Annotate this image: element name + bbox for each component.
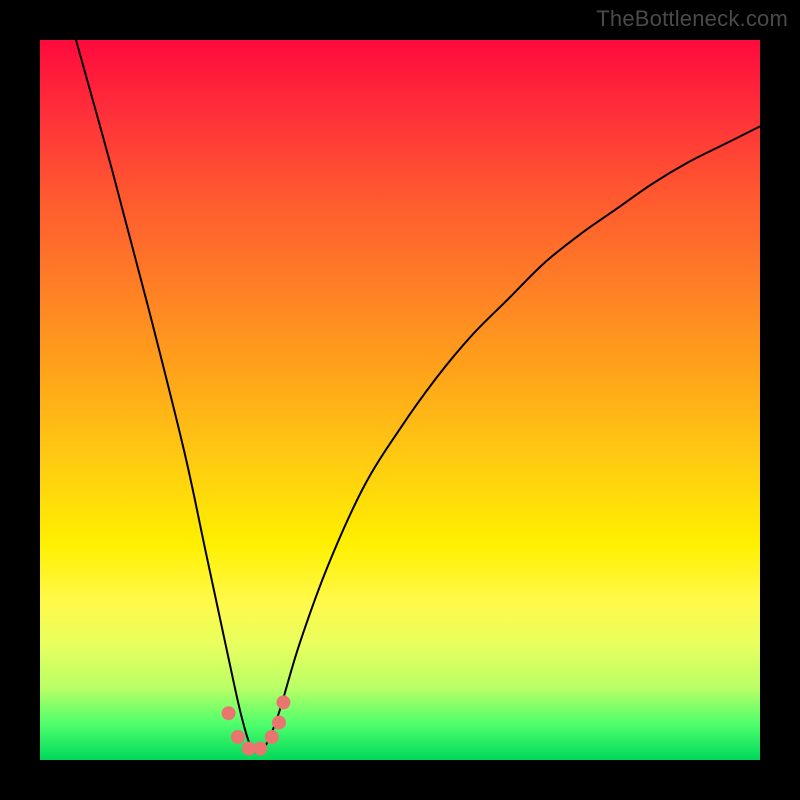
curve-marker (231, 730, 245, 744)
curve-marker (265, 730, 279, 744)
marker-group (222, 695, 291, 755)
curve-svg (40, 40, 760, 760)
watermark-text: TheBottleneck.com (596, 6, 788, 32)
curve-marker (276, 695, 290, 709)
curve-marker (272, 716, 286, 730)
curve-marker (253, 742, 267, 756)
chart-frame: TheBottleneck.com (0, 0, 800, 800)
curve-marker (222, 706, 236, 720)
bottleneck-curve (76, 40, 760, 753)
plot-area (40, 40, 760, 760)
